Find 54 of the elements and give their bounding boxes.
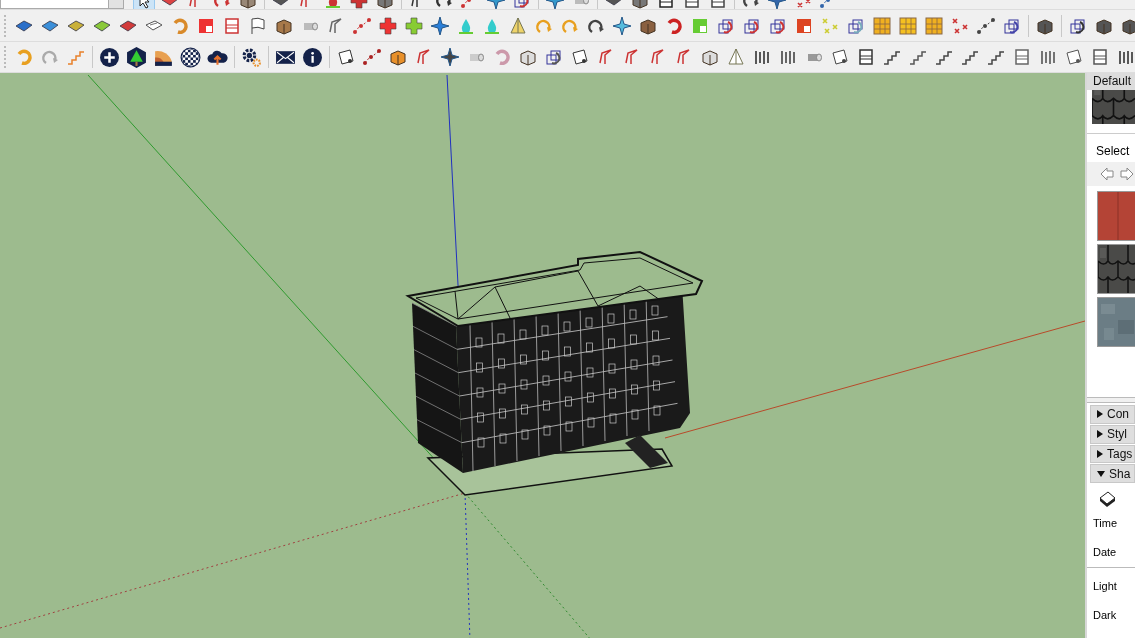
grid-icon[interactable]	[898, 15, 918, 36]
frame-icon[interactable]	[856, 47, 876, 67]
box-icon[interactable]	[518, 47, 538, 67]
viewport[interactable]	[0, 73, 1085, 638]
section-title: Styl	[1107, 427, 1127, 442]
grid-icon[interactable]	[872, 15, 892, 36]
shape-icon[interactable]	[830, 47, 850, 67]
triangle-icon[interactable]	[508, 15, 528, 36]
shape-icon[interactable]	[1064, 47, 1084, 67]
forward-icon[interactable]	[1119, 165, 1135, 182]
cross-icon[interactable]	[378, 15, 398, 36]
flag-icon[interactable]	[248, 15, 268, 36]
tray-section-header[interactable]: Sha	[1090, 464, 1135, 484]
field-label: Date	[1093, 546, 1118, 561]
shape-icon[interactable]	[336, 47, 356, 67]
material-swatch[interactable]	[1092, 89, 1135, 124]
material-swatch[interactable]	[1097, 243, 1135, 294]
plus-icon[interactable]	[99, 46, 120, 68]
shadow-icon[interactable]	[1097, 489, 1117, 510]
back-icon[interactable]	[1099, 165, 1115, 182]
box-icon[interactable]	[700, 47, 720, 67]
checkered-sphere-icon[interactable]	[180, 46, 201, 68]
box-icon[interactable]	[388, 47, 408, 67]
info-icon[interactable]	[302, 46, 323, 68]
dots-icon[interactable]	[352, 15, 372, 36]
section-title: Tags	[1107, 446, 1133, 461]
cube-icon[interactable]	[544, 47, 564, 67]
material-name: Default	[1093, 74, 1132, 89]
grid-icon[interactable]	[924, 15, 944, 36]
tray-section-header[interactable]: Tags	[1090, 444, 1135, 464]
section-title: Con	[1107, 407, 1129, 422]
star-icon[interactable]	[612, 15, 632, 36]
toolbar-field[interactable]	[0, 0, 124, 9]
star-icon[interactable]	[430, 15, 450, 36]
star-icon[interactable]	[440, 47, 460, 67]
field-label: Time	[1093, 517, 1119, 532]
settings-icon[interactable]	[241, 46, 262, 68]
triangle-icon[interactable]	[726, 47, 746, 67]
tree-icon[interactable]	[126, 46, 147, 68]
field-label: Light	[1093, 580, 1118, 595]
shape-icon[interactable]	[570, 47, 590, 67]
tray-section-header[interactable]: Con	[1090, 405, 1135, 424]
frame-icon[interactable]	[1090, 47, 1110, 67]
dots-icon[interactable]	[976, 15, 996, 36]
material-swatch[interactable]	[1097, 190, 1135, 241]
field-label: Dark	[1093, 609, 1118, 624]
tray-section-header[interactable]: Styl	[1090, 424, 1135, 444]
material-swatch[interactable]	[1097, 296, 1135, 347]
xdots-icon[interactable]	[950, 15, 970, 36]
cross-icon[interactable]	[404, 15, 424, 36]
dots-icon[interactable]	[362, 47, 382, 67]
select-tab[interactable]: Select	[1087, 142, 1135, 160]
xdots-icon[interactable]	[820, 15, 840, 36]
section-title: Sha	[1109, 466, 1131, 481]
